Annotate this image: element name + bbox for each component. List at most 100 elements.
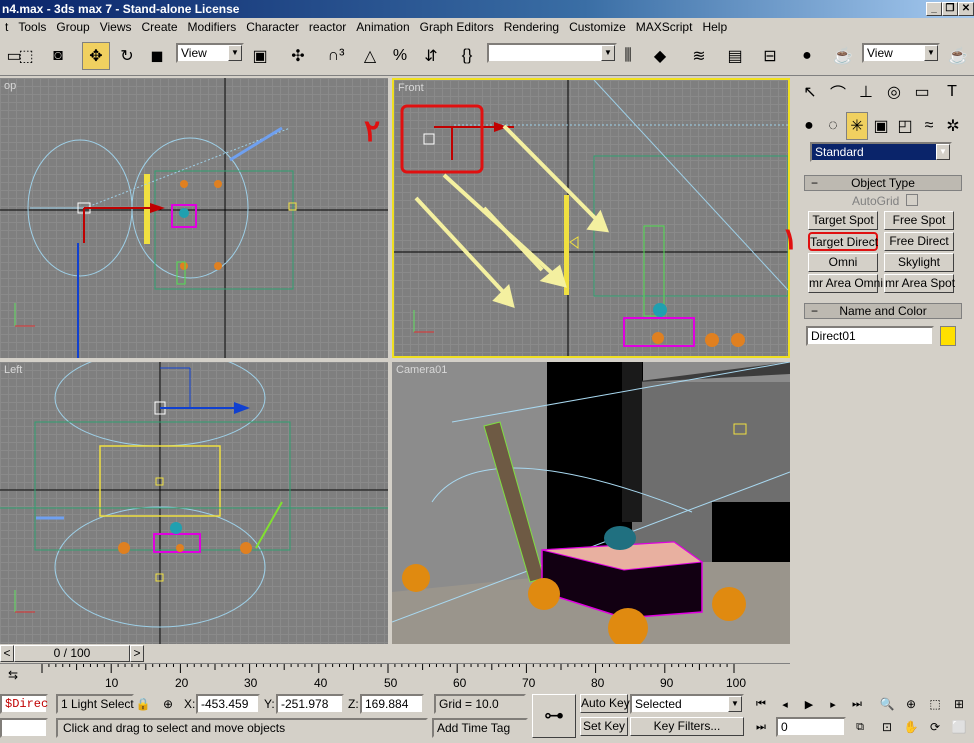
viewport-label-left[interactable]: Left xyxy=(4,364,22,376)
angle-snap-icon[interactable]: △ xyxy=(356,42,384,70)
time-next-icon[interactable]: > xyxy=(130,645,144,662)
x-coordinate-input[interactable]: -453.459 xyxy=(196,694,260,714)
restore-button[interactable]: ❐ xyxy=(942,2,958,16)
menu-reactor[interactable]: reactor xyxy=(304,18,351,34)
object-type-rollout[interactable]: − Object Type xyxy=(804,175,962,191)
menu-character[interactable]: Character xyxy=(241,18,304,34)
menu-graph-editors[interactable]: Graph Editors xyxy=(415,18,499,34)
shapes-icon[interactable]: ◌ xyxy=(822,112,844,140)
pan-icon[interactable]: ✋ xyxy=(900,717,922,737)
menu-create[interactable]: Create xyxy=(137,18,183,34)
mr-area-spot-button[interactable]: mr Area Spot xyxy=(884,274,955,293)
manipulate-icon[interactable]: ✣ xyxy=(284,42,312,70)
viewport-camera[interactable]: Camera01 xyxy=(392,362,790,644)
pivot-center-icon[interactable]: ▣ xyxy=(246,42,274,70)
display-tab-icon[interactable]: ▭ xyxy=(908,78,936,106)
key-selection-dropdown[interactable]: Selected ▼ xyxy=(630,694,744,714)
curve-editor-icon[interactable]: ▤ xyxy=(721,42,749,70)
menu-help[interactable]: Help xyxy=(697,18,732,34)
edit-named-sel-icon[interactable]: {} xyxy=(453,42,481,70)
mr-area-omni-button[interactable]: mr Area Omni xyxy=(808,274,883,293)
key-filters-button[interactable]: Key Filters... xyxy=(630,717,744,736)
y-coordinate-input[interactable]: -251.978 xyxy=(276,694,344,714)
lock-icon[interactable]: 🔒 xyxy=(134,694,152,714)
modify-tab-icon[interactable]: ⌒ xyxy=(824,78,852,106)
menu-animation[interactable]: Animation xyxy=(351,18,414,34)
utilities-tab-icon[interactable]: T xyxy=(938,78,966,106)
systems-icon[interactable]: ✲ xyxy=(942,112,964,140)
time-prev-icon[interactable]: < xyxy=(0,645,14,662)
track-bar[interactable]: ⇆ 10 20 30 40 50 60 70 80 90 100 xyxy=(0,663,790,691)
hierarchy-tab-icon[interactable]: ⊥ xyxy=(852,78,880,106)
minimize-button[interactable]: _ xyxy=(926,2,942,16)
select-rotate-icon[interactable]: ↻ xyxy=(113,42,141,70)
maxscript-output[interactable] xyxy=(0,718,48,738)
skylight-button[interactable]: Skylight xyxy=(884,253,954,272)
menu-rendering[interactable]: Rendering xyxy=(499,18,564,34)
percent-snap-icon[interactable]: % xyxy=(386,42,414,70)
autogrid-checkbox[interactable] xyxy=(906,194,918,206)
helpers-icon[interactable]: ◰ xyxy=(894,112,916,140)
key-mode-icon[interactable]: ⊶ xyxy=(532,694,576,738)
schematic-view-icon[interactable]: ⊟ xyxy=(756,42,784,70)
auto-key-button[interactable]: Auto Key xyxy=(580,694,630,713)
create-tab-icon[interactable]: ↖ xyxy=(796,78,824,106)
render-view-dropdown[interactable]: View ▼ xyxy=(862,43,940,63)
play-icon[interactable]: ▶ xyxy=(798,694,820,714)
menu-tools[interactable]: Tools xyxy=(13,18,51,34)
time-slider-track[interactable]: < 0 / 100 > xyxy=(0,645,790,663)
rect-select-icon[interactable]: ⬚ xyxy=(12,42,40,70)
set-key-button[interactable]: Set Key xyxy=(580,717,628,736)
target-direct-button[interactable]: Target Direct xyxy=(808,232,878,251)
maxscript-listener[interactable]: $Direc xyxy=(0,694,48,714)
align-icon[interactable]: ◆ xyxy=(646,42,674,70)
viewport-left[interactable]: Left xyxy=(0,362,388,644)
key-mode-toggle-icon[interactable]: ⏭ xyxy=(750,717,772,737)
current-frame-input[interactable]: 0 xyxy=(776,717,846,737)
snap-3d-icon[interactable]: ∩³ xyxy=(322,42,350,70)
absolute-mode-icon[interactable]: ⊕ xyxy=(158,694,178,714)
ref-coord-dropdown[interactable]: View ▼ xyxy=(176,43,244,63)
geometry-icon[interactable]: ● xyxy=(798,112,820,140)
zoom-all-icon[interactable]: ⊕ xyxy=(900,694,922,714)
viewport-front[interactable]: Front xyxy=(392,78,790,358)
z-coordinate-input[interactable]: 169.884 xyxy=(360,694,424,714)
menu-file[interactable]: t xyxy=(0,18,13,34)
viewport-label-front[interactable]: Front xyxy=(398,82,424,94)
spinner-snap-icon[interactable]: ⇵ xyxy=(417,42,445,70)
name-color-rollout[interactable]: − Name and Color xyxy=(804,303,962,319)
prev-frame-icon[interactable]: ◂ xyxy=(774,694,796,714)
zoom-icon[interactable]: 🔍 xyxy=(876,694,898,714)
viewport-label-top[interactable]: op xyxy=(4,80,16,92)
add-time-tag-field[interactable]: Add Time Tag xyxy=(432,718,528,738)
target-spot-button[interactable]: Target Spot xyxy=(808,211,878,230)
viewport-label-camera[interactable]: Camera01 xyxy=(396,364,447,376)
zoom-region-icon[interactable]: ⊡ xyxy=(876,717,898,737)
free-spot-button[interactable]: Free Spot xyxy=(884,211,954,230)
maximize-viewport-icon[interactable]: ⬜ xyxy=(948,717,970,737)
go-to-end-icon[interactable]: ⏭ xyxy=(846,694,868,714)
window-crossing-icon[interactable]: ◙ xyxy=(44,42,72,70)
go-to-start-icon[interactable]: ⏮ xyxy=(750,694,772,714)
lights-icon[interactable]: ✳ xyxy=(846,112,868,140)
menu-customize[interactable]: Customize xyxy=(564,18,631,34)
time-slider-thumb[interactable]: 0 / 100 xyxy=(14,645,130,662)
close-button[interactable]: ✕ xyxy=(958,2,974,16)
select-move-icon[interactable]: ✥ xyxy=(82,42,110,70)
quick-render-icon[interactable]: ☕ xyxy=(944,42,972,70)
named-selection-dropdown[interactable]: ▼ xyxy=(487,43,617,63)
zoom-extents-icon[interactable]: ⬚ xyxy=(924,694,946,714)
arc-rotate-icon[interactable]: ⟳ xyxy=(924,717,946,737)
omni-button[interactable]: Omni xyxy=(808,253,878,272)
next-frame-icon[interactable]: ▸ xyxy=(822,694,844,714)
time-config-icon[interactable]: ⧉ xyxy=(850,717,870,737)
free-direct-button[interactable]: Free Direct xyxy=(884,232,954,251)
menu-maxscript[interactable]: MAXScript xyxy=(631,18,698,34)
menu-group[interactable]: Group xyxy=(51,18,94,34)
object-color-swatch[interactable] xyxy=(940,326,956,346)
menu-views[interactable]: Views xyxy=(95,18,137,34)
menu-modifiers[interactable]: Modifiers xyxy=(183,18,242,34)
cameras-icon[interactable]: ▣ xyxy=(870,112,892,140)
render-scene-icon[interactable]: ☕ xyxy=(829,42,857,70)
select-scale-icon[interactable]: ◼ xyxy=(143,42,171,70)
